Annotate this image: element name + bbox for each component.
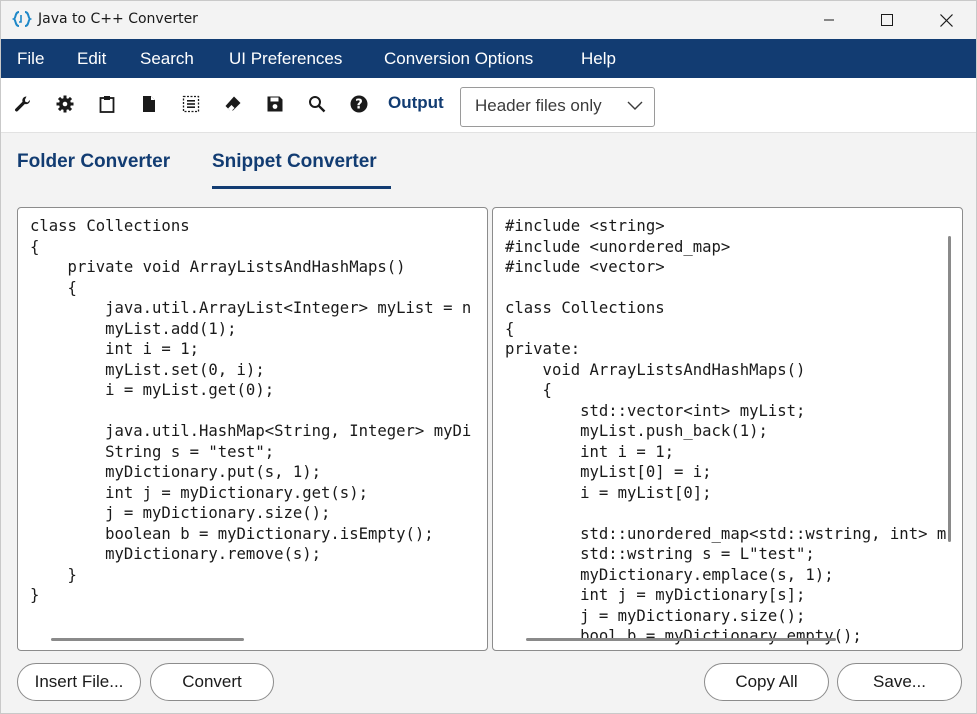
tab-folder-converter[interactable]: Folder Converter: [17, 151, 170, 173]
close-button[interactable]: [923, 1, 969, 39]
cpp-output-editor[interactable]: #include <string> #include <unordered_ma…: [492, 207, 963, 651]
svg-text:?: ?: [355, 98, 363, 113]
document-icon[interactable]: [139, 94, 159, 114]
maximize-icon: [881, 14, 893, 26]
minimize-icon: [824, 19, 834, 21]
chevron-down-icon: [627, 101, 643, 110]
menu-conversion-options[interactable]: Conversion Options: [384, 39, 533, 78]
java-horizontal-scrollbar[interactable]: [51, 638, 244, 641]
gear-icon[interactable]: [55, 94, 75, 114]
app-logo-icon: [12, 11, 32, 27]
app-window: Java to C++ Converter File Edit Search U…: [0, 0, 977, 714]
close-icon: [939, 13, 953, 27]
menu-edit[interactable]: Edit: [77, 39, 106, 78]
output-label: Output: [388, 93, 444, 112]
copy-all-button[interactable]: Copy All: [704, 663, 829, 701]
output-dropdown[interactable]: Header files only: [460, 87, 655, 127]
search-icon[interactable]: [307, 94, 327, 114]
active-tab-indicator: [212, 186, 391, 189]
menu-search[interactable]: Search: [140, 39, 194, 78]
menu-file[interactable]: File: [17, 39, 44, 78]
menu-bar: File Edit Search UI Preferences Conversi…: [1, 39, 976, 78]
toolbar: ? Output Header files only: [1, 78, 976, 133]
cpp-code-text[interactable]: #include <string> #include <unordered_ma…: [505, 216, 946, 647]
eraser-icon[interactable]: [223, 94, 243, 114]
cpp-horizontal-scrollbar[interactable]: [526, 638, 836, 641]
window-title: Java to C++ Converter: [38, 11, 198, 27]
menu-ui-preferences[interactable]: UI Preferences: [229, 39, 342, 78]
insert-file-button[interactable]: Insert File...: [17, 663, 141, 701]
save-icon[interactable]: [265, 94, 285, 114]
wrench-icon[interactable]: [13, 94, 33, 114]
minimize-button[interactable]: [806, 1, 852, 39]
select-all-icon[interactable]: [181, 94, 201, 114]
output-dropdown-value: Header files only: [475, 96, 602, 115]
convert-button[interactable]: Convert: [150, 663, 274, 701]
maximize-button[interactable]: [864, 1, 910, 39]
title-bar: Java to C++ Converter: [1, 1, 976, 39]
clipboard-icon[interactable]: [97, 94, 117, 114]
save-button[interactable]: Save...: [837, 663, 962, 701]
menu-help[interactable]: Help: [581, 39, 616, 78]
java-input-editor[interactable]: class Collections { private void ArrayLi…: [17, 207, 488, 651]
cpp-vertical-scrollbar[interactable]: [948, 236, 951, 542]
tab-snippet-converter[interactable]: Snippet Converter: [212, 151, 377, 173]
help-icon[interactable]: ?: [349, 94, 369, 114]
java-code-text[interactable]: class Collections { private void ArrayLi…: [30, 216, 471, 606]
